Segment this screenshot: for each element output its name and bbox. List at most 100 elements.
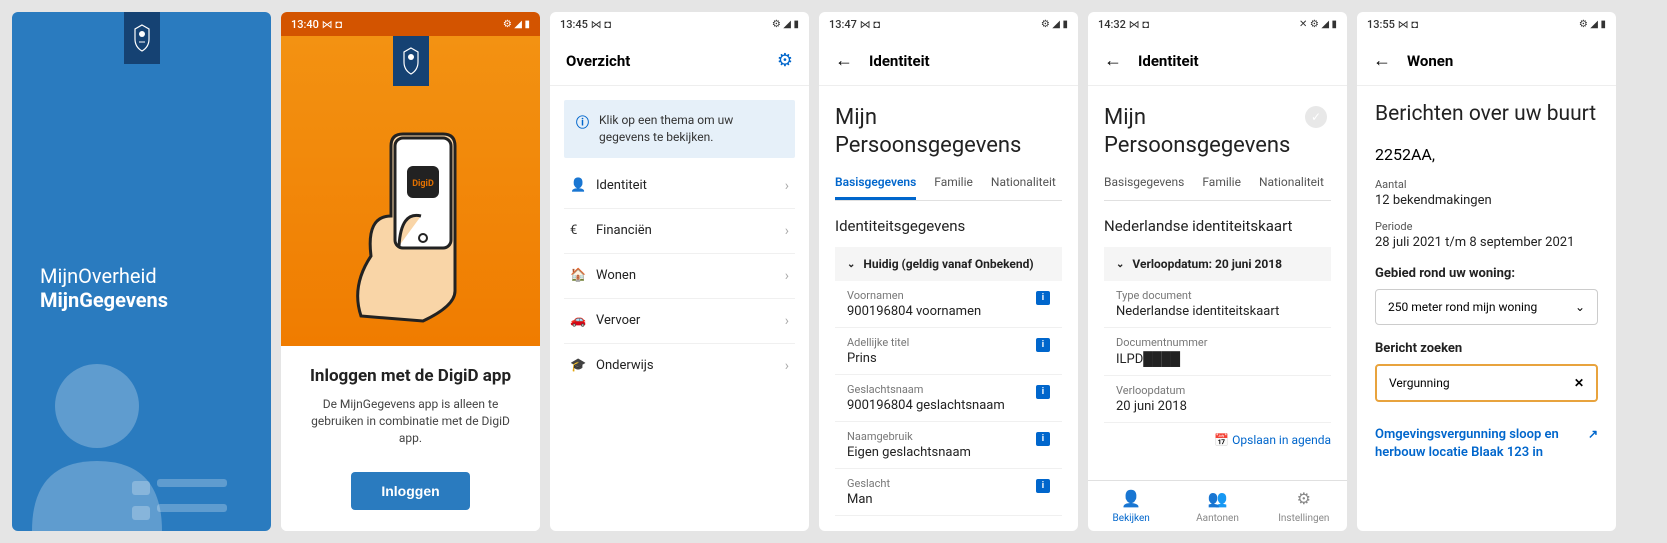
back-icon[interactable]: ← <box>1104 50 1122 71</box>
screen-header: ← Identiteit <box>1088 36 1347 86</box>
menu-item-onderwijs[interactable]: 🎓 Onderwijs › <box>564 344 795 388</box>
result-text: Omgevingsvergunning sloop en herbouw loc… <box>1375 426 1580 461</box>
tab-basisgegevens[interactable]: Basisgegevens <box>835 175 916 200</box>
periode-label: Periode <box>1375 220 1598 233</box>
euro-icon: € <box>570 223 596 238</box>
car-icon: 🚗 <box>570 313 596 328</box>
wonen-screen: 13:55 ⋈ ◘ ⚙ ◢ ▮ ← Wonen Berichten over u… <box>1357 12 1616 531</box>
header-title: Identiteit <box>869 52 930 70</box>
field-voornamen: Voornamen 900196804 voornamen i <box>835 281 1062 328</box>
menu-item-wonen[interactable]: 🏠 Wonen › <box>564 254 795 299</box>
page-title: Mijn Persoonsgegevens <box>1104 104 1331 159</box>
expander-verloop[interactable]: ⌄ Verloopdatum: 20 juni 2018 <box>1104 247 1331 281</box>
save-link-text: Opslaan in agenda <box>1214 433 1331 447</box>
check-circle-icon: ✓ <box>1305 106 1327 128</box>
field-label: Geslachtsnaam <box>847 383 1050 396</box>
screen-header: ← Wonen <box>1357 36 1616 86</box>
tab-bar: Basisgegevens Familie Nationaliteit <box>835 175 1062 201</box>
person-icon: 👤 <box>570 178 596 193</box>
login-content: Inloggen met de DigiD app De MijnGegeven… <box>281 346 540 531</box>
menu-item-vervoer[interactable]: 🚗 Vervoer › <box>564 299 795 344</box>
field-value: Nederlandse identiteitskaart <box>1116 304 1319 319</box>
crest-logo <box>393 36 429 86</box>
status-icons: ✕ ⚙ ◢ ▮ <box>1299 19 1337 30</box>
save-agenda-link[interactable]: Opslaan in agenda <box>1104 423 1331 458</box>
postcode: 2252AA, <box>1375 145 1598 164</box>
tab-basisgegevens[interactable]: Basisgegevens <box>1104 175 1184 200</box>
person-silhouette <box>12 351 271 531</box>
zoeken-input[interactable]: Vergunning ✕ <box>1375 364 1598 402</box>
nav-instellingen[interactable]: ⚙ Instellingen <box>1261 481 1347 531</box>
back-icon[interactable]: ← <box>835 50 853 71</box>
chevron-down-icon: ⌄ <box>847 259 855 270</box>
expander-huidig[interactable]: ⌄ Huidig (geldig vanaf Onbekend) <box>835 247 1062 281</box>
nav-label: Instellingen <box>1278 513 1329 524</box>
field-label: Naamgebruik <box>847 430 1050 443</box>
splash-title: MijnOverheid MijnGegevens <box>12 264 271 312</box>
field-geslachtsnaam: Geslachtsnaam 900196804 geslachtsnaam i <box>835 375 1062 422</box>
status-bar: 13:45 ⋈ ◘ ⚙ ◢ ▮ <box>550 12 809 36</box>
nav-label: Aantonen <box>1196 513 1239 524</box>
menu-label: Onderwijs <box>596 358 785 373</box>
chevron-down-icon: ⌄ <box>1116 259 1124 270</box>
tab-bar: Basisgegevens Familie Nationaliteit P <box>1104 175 1331 201</box>
menu-label: Wonen <box>596 268 785 283</box>
section-heading: Identiteitsgegevens <box>835 217 1062 235</box>
info-icon[interactable]: i <box>1036 385 1050 399</box>
chevron-right-icon: › <box>785 223 789 239</box>
result-link[interactable]: Omgevingsvergunning sloop en herbouw loc… <box>1375 426 1598 461</box>
chevron-down-icon: ⌄ <box>1575 300 1585 314</box>
status-time: 13:40 ⋈ ◘ <box>291 18 342 31</box>
field-value: Eigen geslachtsnaam <box>847 445 1050 460</box>
home-icon: 🏠 <box>570 268 596 283</box>
bottom-nav: 👤 Bekijken 👥 Aantonen ⚙ Instellingen <box>1088 480 1347 531</box>
back-icon[interactable]: ← <box>1373 50 1391 71</box>
info-icon[interactable]: i <box>1036 291 1050 305</box>
info-icon[interactable]: i <box>1036 338 1050 352</box>
login-screen: 13:40 ⋈ ◘ ⚙ ◢ ▮ DigiD Inloggen met de Di… <box>281 12 540 531</box>
status-bar: 13:47 ⋈ ◘ ⚙ ◢ ▮ <box>819 12 1078 36</box>
status-bar: 13:40 ⋈ ◘ ⚙ ◢ ▮ <box>281 12 540 36</box>
login-paragraph: De MijnGegevens app is alleen te gebruik… <box>299 396 522 446</box>
tab-familie[interactable]: Familie <box>1202 175 1241 200</box>
overzicht-screen: 13:45 ⋈ ◘ ⚙ ◢ ▮ Overzicht ⚙ ⓘ Klik op ee… <box>550 12 809 531</box>
header-title: Overzicht <box>566 52 630 70</box>
clear-icon[interactable]: ✕ <box>1574 376 1584 390</box>
chevron-right-icon: › <box>785 268 789 284</box>
expander-label: Huidig (geldig vanaf Onbekend) <box>863 257 1033 271</box>
gear-icon[interactable]: ⚙ <box>777 50 793 71</box>
gebied-label: Gebied rond uw woning: <box>1375 266 1598 281</box>
status-bar: 13:55 ⋈ ◘ ⚙ ◢ ▮ <box>1357 12 1616 36</box>
nav-label: Bekijken <box>1113 513 1150 524</box>
info-icon[interactable]: i <box>1036 432 1050 446</box>
field-label: Adellijke titel <box>847 336 1050 349</box>
input-value: Vergunning <box>1389 376 1450 390</box>
field-label: Documentnummer <box>1116 336 1319 349</box>
menu-label: Financiën <box>596 223 785 238</box>
header-title: Wonen <box>1407 52 1453 70</box>
menu-item-financien[interactable]: € Financiën › <box>564 209 795 254</box>
phone-illustration: DigiD <box>351 116 471 326</box>
page-title: Mijn Persoonsgegevens <box>835 104 1062 159</box>
menu-label: Identiteit <box>596 178 785 193</box>
tab-nationaliteit[interactable]: Nationaliteit <box>991 175 1056 200</box>
field-adellijke-titel: Adellijke titel Prins i <box>835 328 1062 375</box>
zoeken-label: Bericht zoeken <box>1375 341 1598 356</box>
periode-value: 28 juli 2021 t/m 8 september 2021 <box>1375 235 1598 250</box>
people-icon: 👥 <box>1174 489 1260 508</box>
login-button[interactable]: Inloggen <box>351 472 469 510</box>
field-value: 900196804 voornamen <box>847 304 1050 319</box>
field-label: Verloopdatum <box>1116 384 1319 397</box>
hero-illustration: DigiD <box>281 36 540 346</box>
tab-nationaliteit[interactable]: Nationaliteit <box>1259 175 1324 200</box>
page-title: Berichten over uw buurt <box>1375 102 1598 127</box>
status-icons: ⚙ ◢ ▮ <box>1579 19 1606 30</box>
gebied-select[interactable]: 250 meter rond mijn woning ⌄ <box>1375 289 1598 325</box>
nav-bekijken[interactable]: 👤 Bekijken <box>1088 481 1174 531</box>
menu-item-identiteit[interactable]: 👤 Identiteit › <box>564 164 795 209</box>
info-icon[interactable]: i <box>1036 479 1050 493</box>
login-heading: Inloggen met de DigiD app <box>299 366 522 386</box>
aantal-label: Aantal <box>1375 178 1598 191</box>
nav-aantonen[interactable]: 👥 Aantonen <box>1174 481 1260 531</box>
tab-familie[interactable]: Familie <box>934 175 973 200</box>
